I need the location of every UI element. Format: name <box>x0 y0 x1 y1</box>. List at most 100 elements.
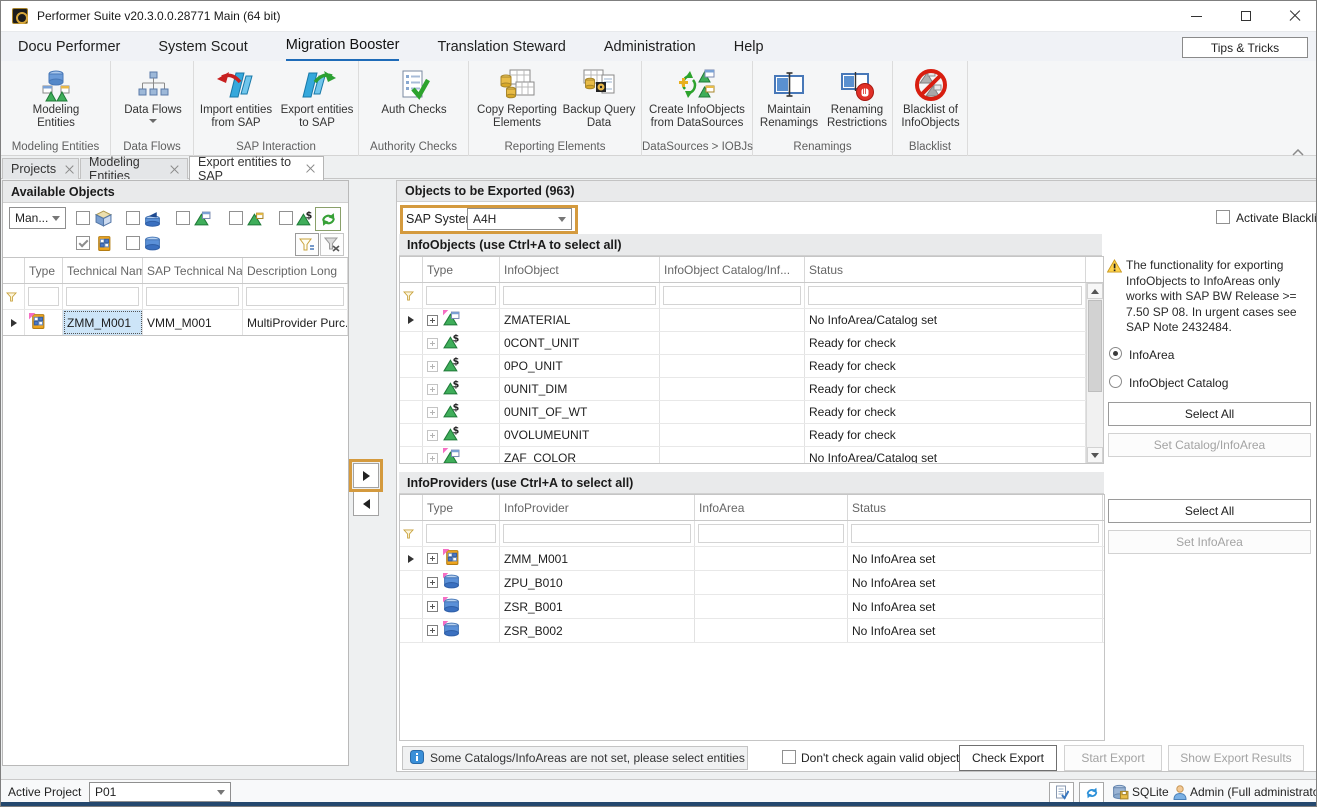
scrollbar-thumb[interactable] <box>1088 300 1102 392</box>
table-row[interactable]: ZMATERIAL No InfoArea/Catalog set <box>400 309 1103 332</box>
maintain-renamings-button[interactable]: Maintain Renamings <box>756 66 822 130</box>
apply-filter-button[interactable] <box>295 233 319 256</box>
column-description-long[interactable]: Description Long <box>243 258 348 283</box>
data-flows-button[interactable]: Data Flows <box>113 66 193 123</box>
infoobjects-select-all-button[interactable]: Select All <box>1108 402 1311 426</box>
cell-technical-name[interactable]: ZMM_M001 <box>63 310 143 335</box>
expand-icon[interactable] <box>427 601 438 612</box>
menu-administration[interactable]: Administration <box>604 32 696 62</box>
infoarea-radio[interactable] <box>1109 347 1122 360</box>
tab-close-icon[interactable] <box>65 165 74 174</box>
cell-infoarea[interactable] <box>695 595 848 618</box>
renaming-restrictions-button[interactable]: Renaming Restrictions <box>824 66 890 130</box>
cell-catalog[interactable] <box>660 309 805 331</box>
sap-system-dropdown[interactable]: A4H <box>467 208 572 230</box>
refresh-objects-button[interactable] <box>315 207 341 231</box>
cell-catalog[interactable] <box>660 401 805 423</box>
modeling-entities-button[interactable]: Modeling Entities <box>16 66 96 130</box>
cell-catalog[interactable] <box>660 424 805 446</box>
close-button[interactable] <box>1272 1 1317 31</box>
cell-description[interactable]: MultiProvider Purc... <box>243 310 348 335</box>
tab-export-entities-to-sap[interactable]: Export entities to SAP <box>189 156 324 180</box>
filter-dso-checkbox[interactable] <box>126 211 140 225</box>
blacklist-infoobjects-button[interactable]: Blacklist of InfoObjects <box>895 66 966 130</box>
activate-blacklist-checkbox[interactable] <box>1216 210 1230 224</box>
table-row[interactable]: $ 0UNIT_DIM Ready for check <box>400 378 1103 401</box>
tab-close-icon[interactable] <box>170 165 179 174</box>
clear-filter-button[interactable] <box>320 233 344 256</box>
expand-icon[interactable] <box>427 430 438 441</box>
tab-projects[interactable]: Projects <box>2 158 79 179</box>
backup-query-data-button[interactable]: Backup Query Data <box>561 66 637 130</box>
column-infoarea[interactable]: InfoArea <box>695 495 848 520</box>
column-infoprovider[interactable]: InfoProvider <box>500 495 695 520</box>
table-row[interactable]: ZPU_B010 No InfoArea set <box>400 571 1104 595</box>
tab-close-icon[interactable] <box>306 164 315 173</box>
table-row[interactable]: $ 0UNIT_OF_WT Ready for check <box>400 401 1103 424</box>
sync-button[interactable] <box>1079 782 1104 803</box>
scroll-up-icon[interactable] <box>1087 283 1103 299</box>
cell-catalog[interactable] <box>660 332 805 354</box>
expand-icon[interactable] <box>427 553 438 564</box>
cell-catalog[interactable] <box>660 355 805 377</box>
active-project-dropdown[interactable]: P01 <box>89 782 231 802</box>
cell-infoprovider[interactable]: ZSR_B002 <box>500 619 695 642</box>
import-entities-button[interactable]: Import entities from SAP <box>196 66 276 130</box>
move-right-button[interactable] <box>353 463 379 488</box>
cell-catalog[interactable] <box>660 447 805 464</box>
expand-icon[interactable] <box>427 361 438 372</box>
table-row[interactable]: ZMM_M001 VMM_M001 MultiProvider Purc... <box>3 310 348 336</box>
auth-checks-button[interactable]: Auth Checks <box>374 66 454 117</box>
cell-infoobject[interactable]: ZMATERIAL <box>500 309 660 331</box>
set-catalog-infoarea-button[interactable]: Set Catalog/InfoArea <box>1108 433 1311 457</box>
expand-icon[interactable] <box>427 338 438 349</box>
cell-infoobject[interactable]: ZAF_COLOR <box>500 447 660 464</box>
filter-infocube-checkbox[interactable] <box>76 211 90 225</box>
menu-migration-booster[interactable]: Migration Booster <box>286 32 400 62</box>
column-catalog[interactable]: InfoObject Catalog/Inf... <box>660 257 805 282</box>
object-type-dropdown[interactable]: Man... <box>9 207 66 229</box>
expand-icon[interactable] <box>427 453 438 464</box>
start-export-button[interactable]: Start Export <box>1064 745 1162 771</box>
column-infoobject[interactable]: InfoObject <box>500 257 660 282</box>
menu-docu-performer[interactable]: Docu Performer <box>18 32 120 62</box>
column-type[interactable]: Type <box>25 258 63 283</box>
collapse-ribbon-icon[interactable] <box>1292 143 1302 149</box>
column-type[interactable]: Type <box>423 495 500 520</box>
maximize-button[interactable] <box>1223 1 1269 31</box>
copy-reporting-elements-button[interactable]: Copy Reporting Elements <box>475 66 559 130</box>
column-status[interactable]: Status <box>848 495 1103 520</box>
move-left-button[interactable] <box>353 491 379 516</box>
show-export-results-button[interactable]: Show Export Results <box>1168 745 1304 771</box>
table-row[interactable]: ZSR_B001 No InfoArea set <box>400 595 1104 619</box>
table-row[interactable]: ZAF_COLOR No InfoArea/Catalog set <box>400 447 1103 464</box>
create-infoobjects-button[interactable]: Create InfoObjects from DataSources <box>647 66 747 130</box>
column-status[interactable]: Status <box>805 257 1086 282</box>
filter-char-catalog-checkbox[interactable] <box>229 211 243 225</box>
vertical-scrollbar[interactable] <box>1086 283 1103 463</box>
infoproviders-select-all-button[interactable]: Select All <box>1108 499 1311 523</box>
expand-icon[interactable] <box>427 577 438 588</box>
table-row[interactable]: $ 0VOLUMEUNIT Ready for check <box>400 424 1103 447</box>
expand-icon[interactable] <box>427 384 438 395</box>
cell-infoprovider[interactable]: ZMM_M001 <box>500 547 695 570</box>
filter-multiprovider-checkbox[interactable] <box>76 236 90 250</box>
cell-infoobject[interactable]: 0PO_UNIT <box>500 355 660 377</box>
cell-infoarea[interactable] <box>695 547 848 570</box>
export-entities-button[interactable]: Export entities to SAP <box>278 66 356 130</box>
cell-catalog[interactable] <box>660 378 805 400</box>
check-export-button[interactable]: Check Export <box>959 745 1057 771</box>
column-sap-technical-name[interactable]: SAP Technical Na... <box>143 258 243 283</box>
table-row[interactable]: $ 0CONT_UNIT Ready for check <box>400 332 1103 355</box>
table-row[interactable]: ZMM_M001 No InfoArea set <box>400 547 1104 571</box>
tips-tricks-button[interactable]: Tips & Tricks <box>1182 37 1308 58</box>
cell-infoarea[interactable] <box>695 571 848 594</box>
expand-icon[interactable] <box>427 407 438 418</box>
cell-infoprovider[interactable]: ZSR_B001 <box>500 595 695 618</box>
cell-infoprovider[interactable]: ZPU_B010 <box>500 571 695 594</box>
column-technical-name[interactable]: Technical Name <box>63 258 143 283</box>
table-row[interactable]: $ 0PO_UNIT Ready for check <box>400 355 1103 378</box>
cell-infoobject[interactable]: 0VOLUMEUNIT <box>500 424 660 446</box>
cell-infoobject[interactable]: 0UNIT_OF_WT <box>500 401 660 423</box>
set-infoarea-button[interactable]: Set InfoArea <box>1108 530 1311 554</box>
